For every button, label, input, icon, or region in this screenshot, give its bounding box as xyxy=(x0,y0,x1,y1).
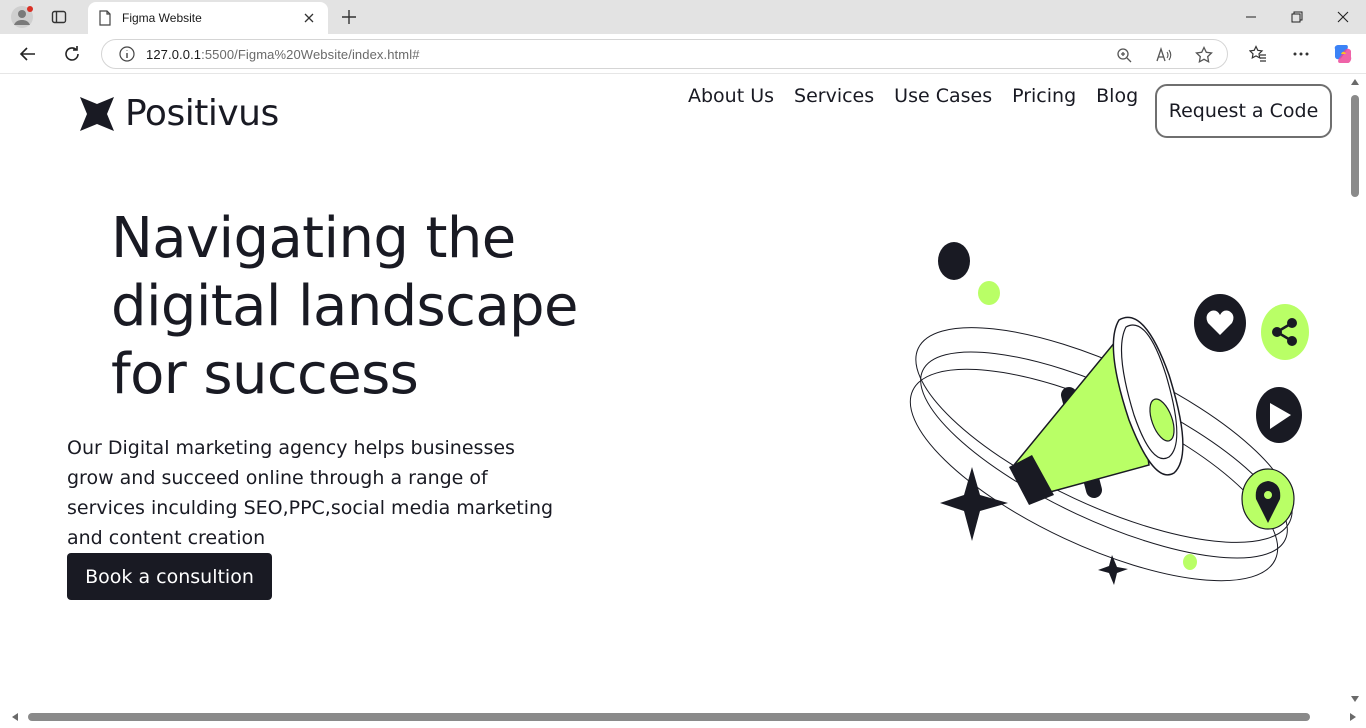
book-consultation-button[interactable]: Book a consultion xyxy=(67,553,272,600)
nav-about-us[interactable]: About Us xyxy=(688,85,774,107)
scroll-right-icon[interactable] xyxy=(1350,713,1356,721)
refresh-icon xyxy=(65,46,79,61)
browser-toolbar: 127.0.0.1:5500/Figma%20Website/index.htm… xyxy=(0,34,1366,74)
horizontal-scrollbar[interactable] xyxy=(4,710,1362,724)
refresh-button[interactable] xyxy=(57,39,87,69)
request-code-button[interactable]: Request a Code xyxy=(1155,84,1332,138)
megaphone-body xyxy=(1009,316,1184,505)
nav-pricing[interactable]: Pricing xyxy=(1012,85,1076,107)
green-dot xyxy=(978,281,1000,305)
nav-blog[interactable]: Blog xyxy=(1096,85,1138,107)
favorites-button[interactable] xyxy=(1243,39,1273,69)
sparkle-icon xyxy=(940,467,1008,541)
zoom-icon[interactable] xyxy=(1111,44,1137,66)
tab-figma-website[interactable]: Figma Website xyxy=(88,2,328,34)
plus-icon xyxy=(342,10,356,24)
site-info-icon[interactable] xyxy=(112,46,142,62)
url-path: :5500/Figma%20Website/index.html# xyxy=(201,46,420,62)
page-icon xyxy=(99,10,111,26)
sparkle-small-icon xyxy=(1098,555,1128,585)
vertical-scrollbar[interactable] xyxy=(1348,75,1362,710)
favorites-icon xyxy=(1249,45,1266,62)
minimize-icon xyxy=(1246,16,1256,18)
heart-badge-icon xyxy=(1194,294,1246,352)
page-viewport: Positivus About Us Services Use Cases Pr… xyxy=(4,75,1348,710)
scroll-down-icon[interactable] xyxy=(1351,696,1359,702)
read-aloud-icon[interactable] xyxy=(1151,44,1177,66)
address-bar[interactable]: 127.0.0.1:5500/Figma%20Website/index.htm… xyxy=(101,39,1228,69)
arrow-left-icon xyxy=(19,47,35,61)
favorite-star-icon[interactable] xyxy=(1191,44,1217,66)
green-dot-small xyxy=(1183,554,1197,570)
url-host: 127.0.0.1 xyxy=(146,46,202,62)
black-dot xyxy=(938,242,970,280)
url-text: 127.0.0.1:5500/Figma%20Website/index.htm… xyxy=(146,47,420,62)
scroll-left-icon[interactable] xyxy=(12,713,18,721)
close-tab-icon[interactable] xyxy=(300,9,318,27)
site-logo[interactable]: Positivus xyxy=(79,93,279,134)
back-button[interactable] xyxy=(13,39,43,69)
minimize-button[interactable] xyxy=(1228,0,1274,34)
location-badge-icon xyxy=(1241,468,1295,530)
hero-description: Our Digital marketing agency helps busin… xyxy=(67,437,554,549)
nav-services[interactable]: Services xyxy=(794,85,874,107)
tab-title: Figma Website xyxy=(122,11,202,25)
more-menu-button[interactable] xyxy=(1286,39,1316,69)
more-icon xyxy=(1293,52,1309,56)
horizontal-scroll-thumb[interactable] xyxy=(28,713,1310,721)
copilot-icon xyxy=(1334,45,1352,63)
logo-text: Positivus xyxy=(125,93,279,134)
main-nav: About Us Services Use Cases Pricing Blog xyxy=(688,85,1158,107)
play-badge-icon xyxy=(1256,387,1302,443)
vertical-scroll-thumb[interactable] xyxy=(1351,95,1359,197)
close-icon xyxy=(1337,11,1349,23)
tabs-icon xyxy=(51,10,67,24)
restore-icon xyxy=(1291,11,1303,23)
restore-button[interactable] xyxy=(1274,0,1320,34)
megaphone-illustration xyxy=(909,242,1309,585)
browser-tab-bar: Figma Website xyxy=(0,0,1366,34)
copilot-button[interactable] xyxy=(1328,39,1358,69)
share-badge-icon xyxy=(1261,304,1309,360)
hero-headline: Navigating the digital landscape for suc… xyxy=(111,206,578,407)
nav-use-cases[interactable]: Use Cases xyxy=(894,85,992,107)
close-window-button[interactable] xyxy=(1320,0,1366,34)
scroll-up-icon[interactable] xyxy=(1351,79,1359,85)
profile-avatar[interactable] xyxy=(8,4,36,30)
logo-star-icon xyxy=(80,96,114,131)
new-tab-button[interactable] xyxy=(336,4,362,30)
profile-icon xyxy=(11,6,33,28)
tab-actions-button[interactable] xyxy=(44,4,74,30)
